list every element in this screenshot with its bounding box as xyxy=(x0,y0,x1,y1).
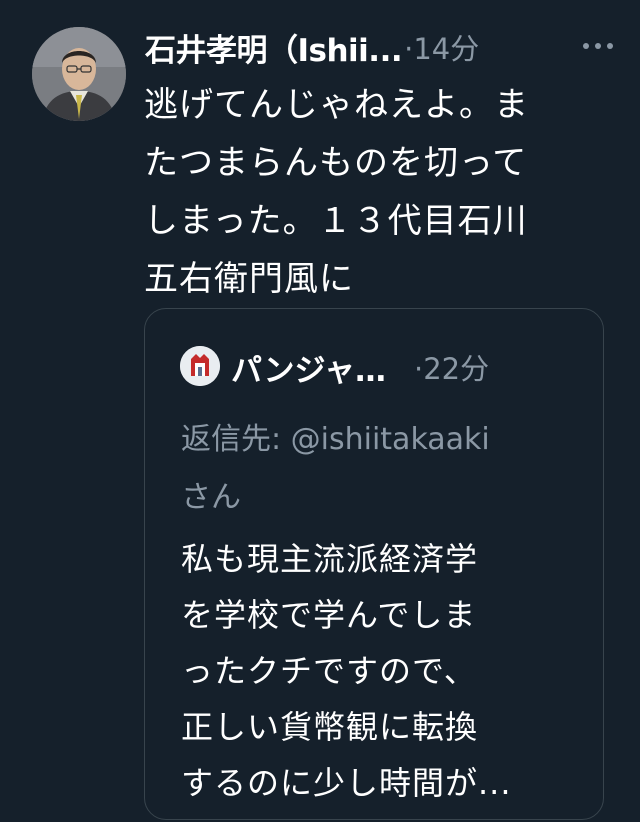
avatar-photo-icon xyxy=(32,27,126,121)
tweet-timestamp[interactable]: ·14分 xyxy=(404,26,479,68)
reply-to-line: 返信先: @ishiitakaaki さん xyxy=(181,411,581,527)
tweet[interactable]: 石井孝明（Ishii... ·14分 逃げてんじゃねえよ。ま たつまらんものを切… xyxy=(0,0,640,822)
quoted-tweet-text: 私も現主流派経済学 を学校で学んでしま ったクチですので、 正しい貨幣観に転換 … xyxy=(181,540,512,802)
quoted-tweet-card[interactable]: パンジャ… ·22分 返信先: @ishiitakaaki さん 私も現主流派経… xyxy=(144,308,604,820)
reply-to-handle[interactable]: 返信先: @ishiitakaaki xyxy=(181,422,490,457)
author-avatar[interactable] xyxy=(32,27,126,121)
quoted-author-avatar[interactable] xyxy=(180,346,220,386)
quoted-author-name[interactable]: パンジャ… xyxy=(231,345,386,390)
quoted-tweet-timestamp[interactable]: ·22分 xyxy=(414,346,489,388)
castle-logo-icon xyxy=(180,346,220,386)
tweet-text: 逃げてんじゃねえよ。ま たつまらんものを切って しまった。１３代目石川 五右衛門… xyxy=(144,85,529,299)
author-name[interactable]: 石井孝明（Ishii... xyxy=(145,25,403,70)
tweet-header: 石井孝明（Ishii... ·14分 xyxy=(145,24,615,70)
more-options-icon[interactable] xyxy=(581,34,615,58)
reply-to-suffix: さん xyxy=(181,480,241,515)
quoted-tweet-header: パンジャ… ·22分 xyxy=(231,345,601,389)
